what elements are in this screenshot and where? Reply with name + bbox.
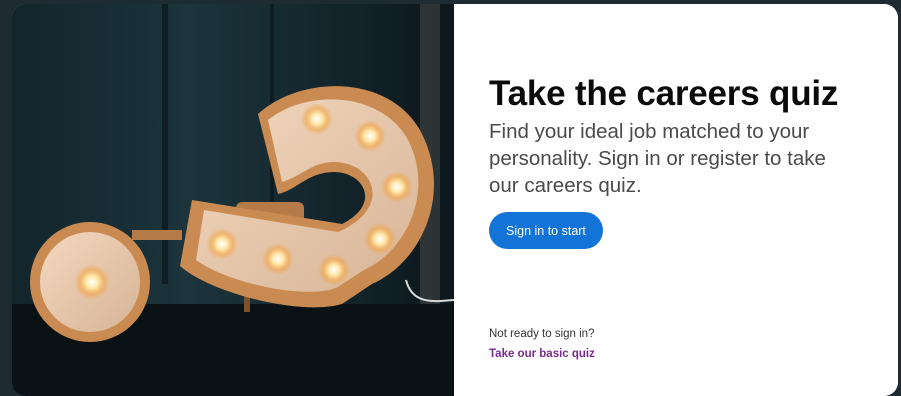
quiz-title: Take the careers quiz <box>489 74 839 113</box>
quiz-panel: Take the careers quiz Find your ideal jo… <box>454 4 898 396</box>
careers-quiz-card: Take the careers quiz Find your ideal jo… <box>12 4 898 396</box>
question-mark-photo <box>12 4 454 396</box>
page-background: Take the careers quiz Find your ideal jo… <box>0 0 901 396</box>
hero-image <box>12 4 454 396</box>
sign-in-to-start-button[interactable]: Sign in to start <box>489 212 603 249</box>
basic-quiz-link[interactable]: Take our basic quiz <box>489 348 595 360</box>
not-ready-text: Not ready to sign in? <box>489 328 595 340</box>
quiz-description: Find your ideal job matched to your pers… <box>489 120 826 197</box>
